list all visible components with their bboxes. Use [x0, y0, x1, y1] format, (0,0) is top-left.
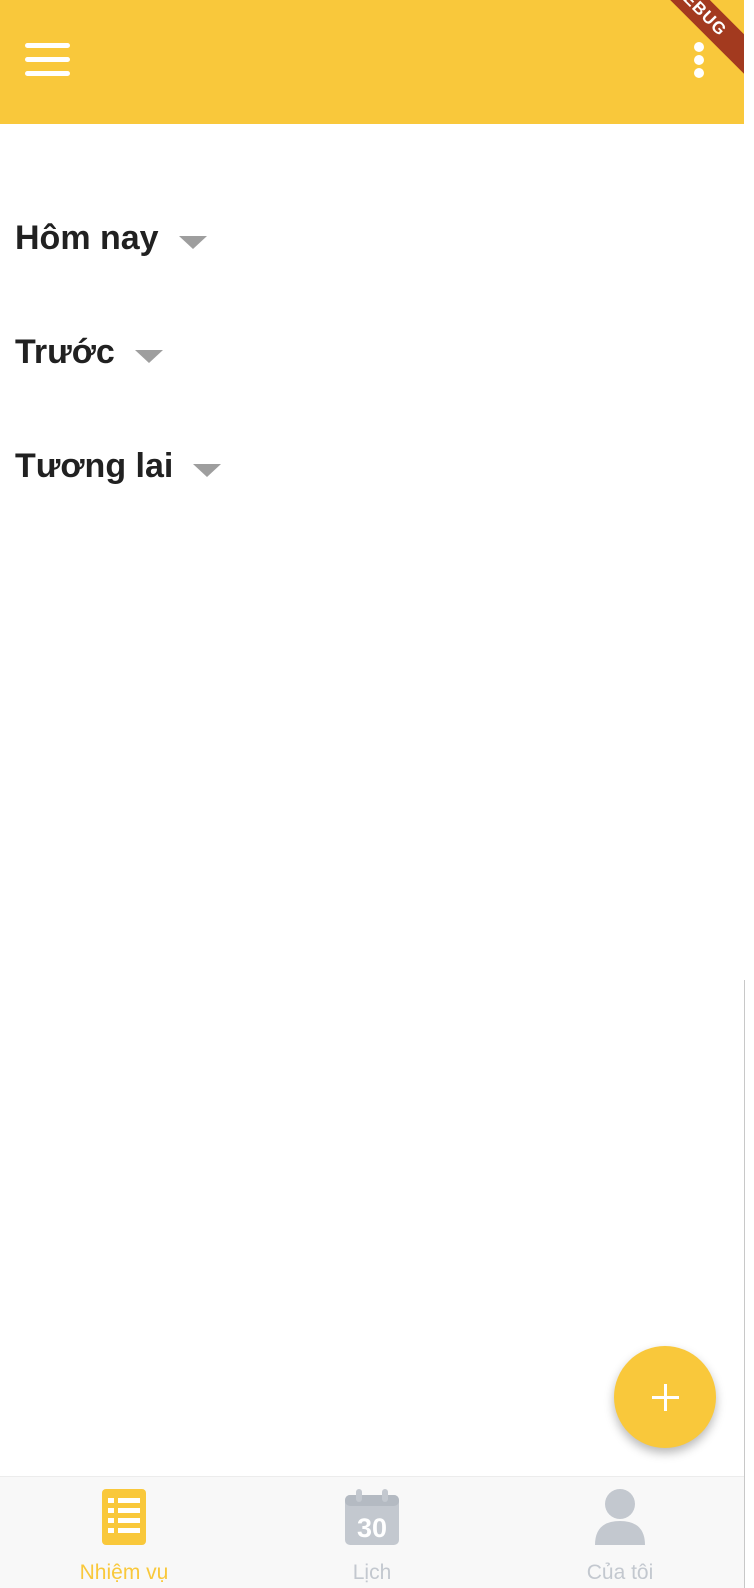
app-bar: DEBUG	[0, 0, 744, 124]
nav-item-tasks[interactable]: Nhiệm vụ	[0, 1477, 248, 1588]
task-list-icon	[102, 1489, 146, 1545]
section-title: Hôm nay	[15, 218, 159, 257]
app-screen: DEBUG Hôm nay Trước Tương lai Nhiệm vụ 3…	[0, 0, 744, 1588]
bottom-navigation: Nhiệm vụ 30 Lịch Của tôi	[0, 1476, 744, 1588]
caret-down-icon	[193, 463, 222, 477]
caret-down-icon	[178, 235, 207, 249]
user-icon	[595, 1489, 645, 1545]
nav-label: Của tôi	[586, 1561, 654, 1584]
nav-item-profile[interactable]: Của tôi	[496, 1477, 744, 1588]
menu-button[interactable]	[17, 32, 77, 88]
add-task-button[interactable]	[614, 1346, 716, 1448]
calendar-icon: 30	[345, 1489, 399, 1545]
section-title: Trước	[15, 332, 115, 371]
caret-down-icon	[134, 349, 163, 363]
screen-edge	[744, 980, 754, 1588]
nav-item-calendar[interactable]: 30 Lịch	[248, 1477, 496, 1588]
section-today[interactable]: Hôm nay	[15, 214, 207, 262]
nav-label: Lịch	[352, 1561, 392, 1584]
section-title: Tương lai	[15, 446, 174, 485]
section-previous[interactable]: Trước	[15, 328, 163, 376]
section-future[interactable]: Tương lai	[15, 442, 222, 490]
nav-label: Nhiệm vụ	[79, 1561, 169, 1584]
calendar-day-text: 30	[357, 1513, 387, 1543]
